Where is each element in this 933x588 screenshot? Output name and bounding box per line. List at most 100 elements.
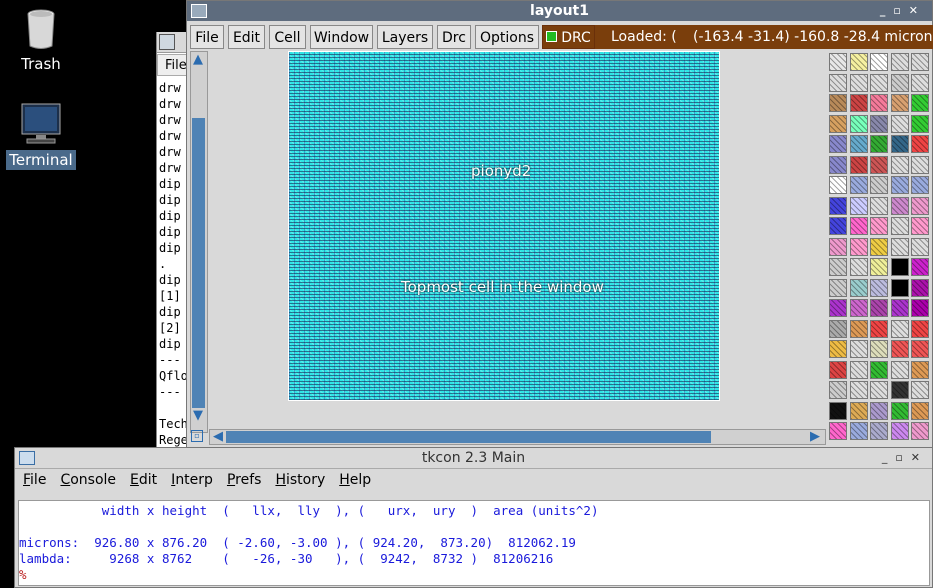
layer-swatch[interactable]	[911, 217, 929, 235]
layer-swatch[interactable]	[890, 340, 909, 358]
layer-swatch[interactable]	[870, 196, 888, 215]
menu-drc[interactable]: Drc	[437, 25, 471, 49]
layer-swatch[interactable]	[890, 278, 909, 297]
layer-swatch[interactable]	[849, 135, 868, 153]
layer-swatch[interactable]	[911, 340, 929, 358]
layer-swatch[interactable]	[890, 73, 909, 92]
layer-swatch[interactable]	[870, 53, 888, 71]
layer-swatch[interactable]	[849, 340, 868, 358]
layer-swatch[interactable]	[829, 299, 847, 317]
layer-swatch[interactable]	[829, 237, 847, 256]
layer-swatch[interactable]	[890, 299, 909, 317]
layer-swatch[interactable]	[870, 135, 888, 153]
layer-swatch[interactable]	[849, 422, 868, 440]
layer-swatch[interactable]	[829, 176, 847, 194]
layer-swatch[interactable]	[911, 73, 929, 92]
layer-swatch[interactable]	[870, 155, 888, 174]
scroll-left-arrow-icon[interactable]: ◀	[211, 430, 225, 444]
layer-swatch[interactable]	[911, 196, 929, 215]
layer-swatch[interactable]	[911, 278, 929, 297]
layer-swatch[interactable]	[911, 94, 929, 112]
layer-swatch[interactable]	[870, 278, 888, 297]
layer-swatch[interactable]	[911, 319, 929, 338]
scroll-up-arrow-icon[interactable]: ▲	[191, 53, 205, 67]
layer-swatch[interactable]	[911, 258, 929, 276]
console-prompt[interactable]: %	[19, 567, 929, 583]
tkcon-window[interactable]: tkcon 2.3 Main _▫✕ File Console Edit Interp…	[14, 447, 933, 588]
tkcon-menu-console[interactable]: Console	[60, 472, 116, 488]
layout-canvas[interactable]: pionyd2 Topmost cell in the window	[288, 51, 720, 401]
tkcon-menu-file[interactable]: File	[23, 472, 46, 488]
layer-swatch[interactable]	[829, 319, 847, 338]
layer-swatch[interactable]	[911, 360, 929, 379]
layer-swatch[interactable]	[890, 155, 909, 174]
layer-swatch[interactable]	[911, 114, 929, 133]
layer-swatch[interactable]	[849, 299, 868, 317]
layer-swatch[interactable]	[870, 94, 888, 112]
tkcon-menu-interp[interactable]: Interp	[171, 472, 213, 488]
layer-swatch[interactable]	[870, 217, 888, 235]
desktop-icon-trash[interactable]: Trash	[1, 8, 81, 74]
desktop-icon-terminal[interactable]: Terminal	[1, 102, 81, 170]
layer-swatch[interactable]	[829, 340, 847, 358]
menu-file[interactable]: File	[190, 25, 224, 49]
layer-swatch[interactable]	[890, 53, 909, 71]
layer-swatch[interactable]	[870, 176, 888, 194]
layer-swatch[interactable]	[890, 176, 909, 194]
layer-swatch[interactable]	[870, 319, 888, 338]
layer-swatch[interactable]	[911, 299, 929, 317]
layer-swatch[interactable]	[890, 258, 909, 276]
layer-swatch[interactable]	[829, 401, 847, 420]
layer-swatch[interactable]	[911, 135, 929, 153]
tkcon-titlebar[interactable]: tkcon 2.3 Main _▫✕	[15, 448, 932, 469]
tkcon-menu-help[interactable]: Help	[339, 472, 371, 488]
layer-swatch[interactable]	[870, 381, 888, 399]
layer-swatch[interactable]	[849, 381, 868, 399]
layer-swatch[interactable]	[870, 360, 888, 379]
tkcon-menu-edit[interactable]: Edit	[130, 472, 157, 488]
layer-swatch[interactable]	[890, 217, 909, 235]
horizontal-scroll-thumb[interactable]	[226, 431, 711, 443]
layout-window[interactable]: layout1 _▫✕ File Edit Cell Window Layers…	[186, 0, 933, 448]
layer-swatch[interactable]	[870, 422, 888, 440]
vertical-scroll-thumb[interactable]	[192, 118, 205, 408]
scroll-down-arrow-icon[interactable]: ▼	[191, 409, 205, 423]
layer-swatch[interactable]	[849, 176, 868, 194]
menu-layers[interactable]: Layers	[377, 25, 433, 49]
layer-swatch[interactable]	[911, 155, 929, 174]
horizontal-scrollbar[interactable]: ◀ ▶	[209, 429, 826, 445]
layer-swatch[interactable]	[849, 73, 868, 92]
layer-swatch[interactable]	[911, 237, 929, 256]
layer-swatch[interactable]	[849, 114, 868, 133]
layer-swatch[interactable]	[890, 196, 909, 215]
layer-swatch[interactable]	[849, 258, 868, 276]
layer-swatch[interactable]	[870, 401, 888, 420]
layer-swatch[interactable]	[849, 94, 868, 112]
layer-swatch[interactable]	[870, 114, 888, 133]
layer-swatch[interactable]	[829, 196, 847, 215]
tkcon-menu-history[interactable]: History	[275, 472, 325, 488]
layer-swatch[interactable]	[849, 196, 868, 215]
layer-swatch[interactable]	[849, 360, 868, 379]
menu-window[interactable]: Window	[310, 25, 373, 49]
layer-swatch[interactable]	[849, 401, 868, 420]
layer-swatch[interactable]	[849, 278, 868, 297]
layer-swatch[interactable]	[829, 73, 847, 92]
window-controls[interactable]: _▫✕	[880, 1, 926, 21]
layer-swatch[interactable]	[890, 401, 909, 420]
window-controls[interactable]: _▫✕	[882, 448, 928, 468]
layer-swatch[interactable]	[890, 381, 909, 399]
layer-swatch[interactable]	[911, 401, 929, 420]
layer-swatch[interactable]	[849, 53, 868, 71]
layout-titlebar[interactable]: layout1 _▫✕	[187, 1, 932, 21]
layer-swatch[interactable]	[829, 114, 847, 133]
layer-swatch[interactable]	[829, 360, 847, 379]
drc-indicator-button[interactable]: DRC	[542, 25, 595, 49]
layer-swatch[interactable]	[829, 155, 847, 174]
layer-swatch[interactable]	[829, 422, 847, 440]
layer-swatch[interactable]	[870, 73, 888, 92]
menu-cell[interactable]: Cell	[269, 25, 306, 49]
layer-swatch[interactable]	[870, 299, 888, 317]
layer-swatch[interactable]	[849, 319, 868, 338]
menu-options[interactable]: Options	[475, 25, 539, 49]
